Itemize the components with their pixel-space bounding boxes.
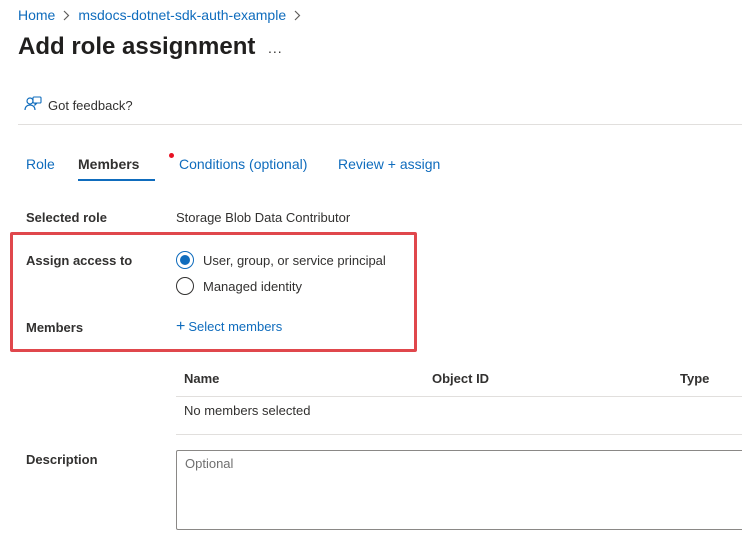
radio-unchecked-icon (176, 277, 194, 295)
select-members-label: Select members (188, 319, 283, 334)
chevron-right-icon (63, 10, 70, 21)
chevron-right-icon (294, 10, 301, 21)
tab-active-underline (78, 179, 155, 181)
description-field[interactable] (176, 450, 742, 530)
feedback-label: Got feedback? (48, 98, 133, 113)
members-table-header: Name Object ID Type (176, 363, 742, 397)
feedback-button[interactable]: Got feedback? (24, 96, 133, 115)
breadcrumb-resource-link[interactable]: msdocs-dotnet-sdk-auth-example (78, 7, 286, 23)
toolbar-divider (18, 124, 742, 125)
more-options-button[interactable]: ... (268, 40, 283, 56)
radio-checked-icon (176, 251, 194, 269)
radio-label: User, group, or service principal (203, 252, 386, 268)
column-header-object-id[interactable]: Object ID (432, 371, 489, 386)
selected-role-label: Selected role (26, 210, 107, 225)
members-label: Members (26, 320, 84, 335)
column-header-type[interactable]: Type (680, 371, 709, 386)
feedback-person-icon (24, 96, 48, 115)
table-row: No members selected (176, 397, 742, 435)
selected-role-value: Storage Blob Data Contributor (176, 210, 351, 225)
empty-table-text: No members selected (184, 403, 311, 418)
radio-user-group-sp[interactable]: User, group, or service principal (176, 251, 386, 269)
page-title: Add role assignment (18, 33, 256, 60)
tab-role[interactable]: Role (26, 155, 55, 173)
assign-access-label: Assign access to (26, 253, 133, 268)
tab-conditions[interactable]: Conditions (optional) (179, 155, 307, 173)
select-members-button[interactable]: + Select members (176, 318, 283, 335)
tab-review-assign[interactable]: Review + assign (338, 155, 440, 173)
column-header-name[interactable]: Name (184, 371, 219, 386)
tab-members-indicator (169, 153, 174, 158)
tab-members[interactable]: Members (78, 155, 139, 173)
plus-icon: + (176, 318, 186, 335)
breadcrumb-home-link[interactable]: Home (18, 7, 55, 23)
radio-managed-identity[interactable]: Managed identity (176, 277, 302, 295)
breadcrumb: Home msdocs-dotnet-sdk-auth-example (18, 6, 309, 24)
description-label: Description (26, 452, 98, 467)
radio-label: Managed identity (203, 278, 303, 294)
